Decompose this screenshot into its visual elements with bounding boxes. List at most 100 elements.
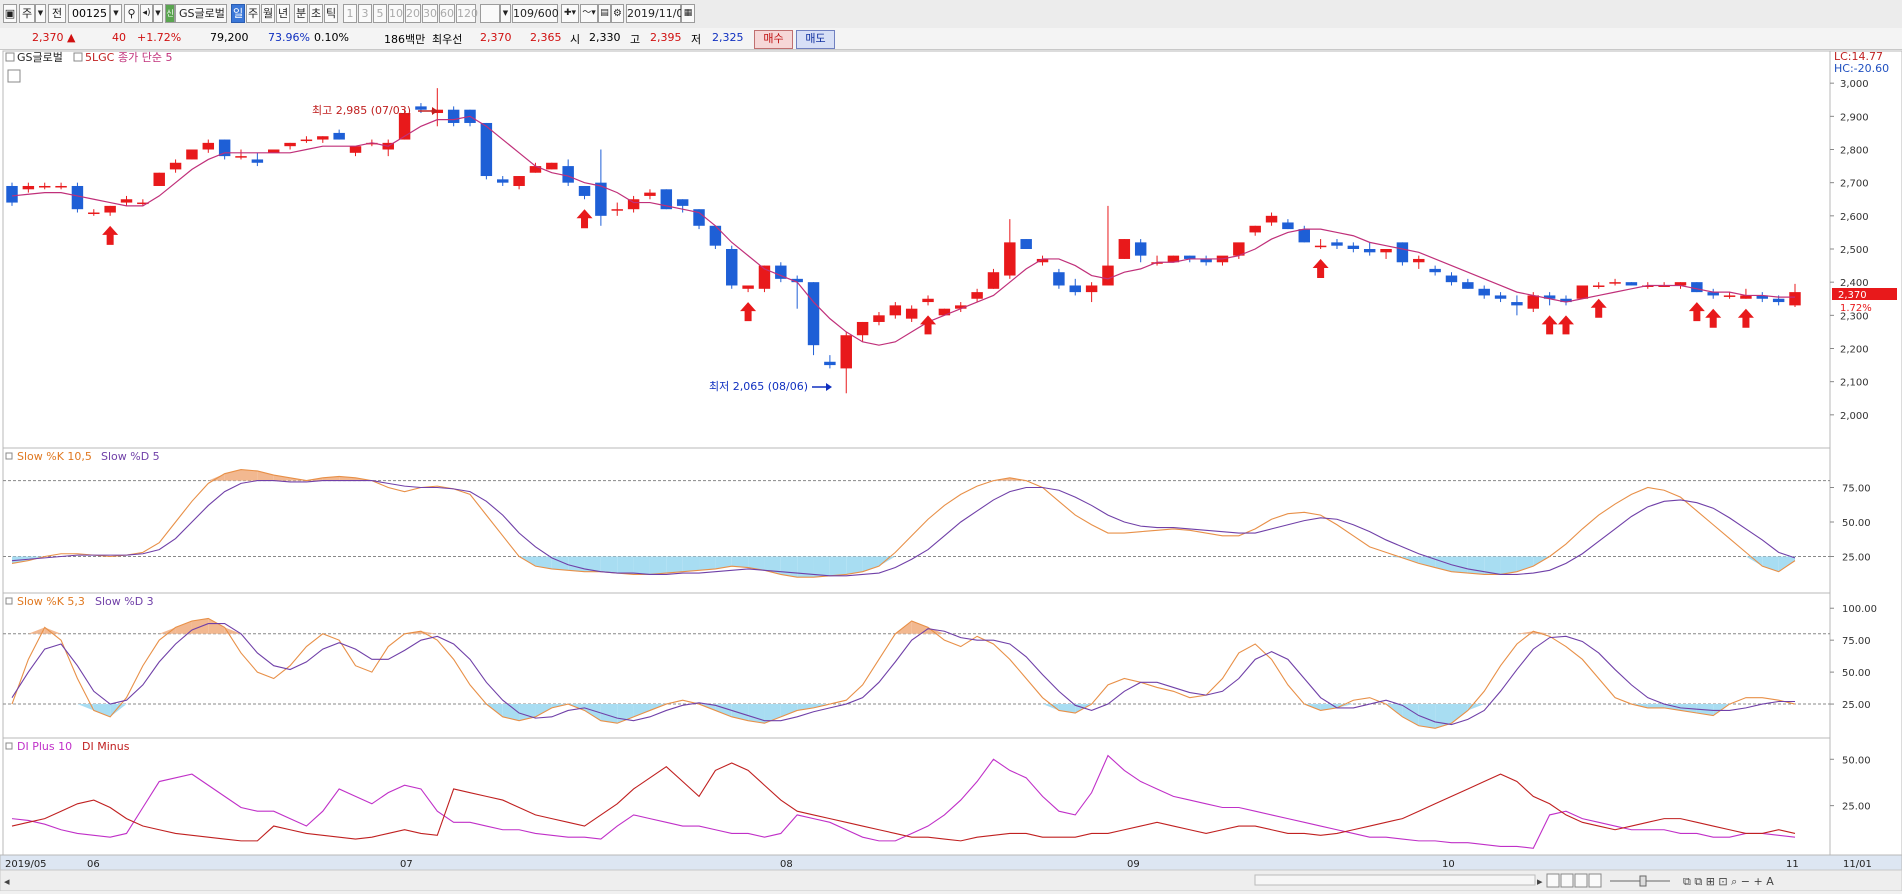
- candle-body: [1363, 249, 1376, 253]
- tab-day[interactable]: 일: [231, 4, 245, 23]
- high-label: 고: [630, 33, 641, 46]
- interval-dropdown-icon[interactable]: ▼: [500, 4, 511, 23]
- candle-body: [1772, 298, 1785, 303]
- stoch1-tick-label: 75.00: [1842, 484, 1871, 495]
- tab-tick[interactable]: 틱: [324, 4, 338, 23]
- legend-box-icon: [5, 52, 15, 62]
- stoch2-legend: Slow %K 5,3 Slow %D 3: [5, 595, 154, 608]
- mode-button[interactable]: 주: [19, 4, 35, 23]
- mode-dropdown-icon[interactable]: ▼: [35, 4, 46, 23]
- candle-body: [1723, 295, 1736, 297]
- candle-body: [1478, 288, 1490, 296]
- candle-body: [1592, 285, 1605, 287]
- chart-area[interactable]: GS글로벌 5LGC 종가 단순 5 LC:14.77 HC:-20.60 3,…: [0, 50, 1902, 892]
- gear-icon[interactable]: ⚙: [611, 4, 624, 23]
- scroll-right-icon[interactable]: ▸: [1537, 875, 1543, 888]
- interval-input[interactable]: [480, 4, 500, 23]
- candle-body: [55, 185, 67, 188]
- scroll-thumb[interactable]: [1254, 874, 1536, 886]
- line-tool-icon[interactable]: 〜▾: [580, 4, 598, 23]
- save-icon[interactable]: ▤: [598, 4, 611, 23]
- legend-box-icon: [73, 52, 83, 62]
- date-field[interactable]: 2019/11/01: [626, 4, 690, 23]
- candle-body: [1494, 295, 1507, 299]
- candle-body: [88, 212, 100, 215]
- interval-3[interactable]: 3: [358, 4, 372, 23]
- layout-icon[interactable]: ▣: [3, 4, 17, 23]
- speaker-dropdown-icon[interactable]: ▼: [153, 4, 163, 23]
- ratio-2: 0.10%: [314, 31, 349, 44]
- candle-body: [873, 315, 885, 322]
- price-tick-label: 2,400: [1840, 278, 1869, 289]
- scroll-left-icon[interactable]: ◂: [4, 875, 10, 888]
- candle-body: [807, 282, 820, 346]
- interval-5[interactable]: 5: [373, 4, 387, 23]
- candle-body: [1429, 268, 1441, 273]
- candle-body: [317, 136, 329, 140]
- price-tick-label: 2,200: [1840, 345, 1869, 356]
- price-tick-label: 2,700: [1840, 179, 1869, 190]
- stoch2-k-label: Slow %K 5,3: [17, 595, 85, 608]
- candle-body: [856, 321, 869, 336]
- search-icon[interactable]: ⚲: [124, 4, 139, 23]
- stoch1-legend: Slow %K 10,5 Slow %D 5: [5, 450, 160, 463]
- speaker-icon[interactable]: ◂): [140, 4, 153, 23]
- buy-button[interactable]: 매수: [754, 30, 793, 49]
- tag-icon[interactable]: 신: [165, 4, 175, 23]
- candle-body: [742, 285, 754, 289]
- code-field[interactable]: [69, 5, 109, 22]
- low-label: 저: [691, 33, 702, 46]
- toolbar: ▣ 주 ▼ 전 ▼ ⚲ ◂) ▼ 신 GS글로벌 일 주 월 년 분 초 틱 1…: [0, 0, 1902, 29]
- interval-20[interactable]: 20: [405, 4, 421, 23]
- candle-body: [153, 172, 165, 186]
- candle-body: [709, 225, 722, 246]
- chart-canvas[interactable]: GS글로벌 5LGC 종가 단순 5 LC:14.77 HC:-20.60 3,…: [0, 50, 1902, 892]
- calendar-icon[interactable]: ▦: [681, 4, 695, 23]
- interval-1[interactable]: 1: [343, 4, 357, 23]
- candle-body: [497, 179, 509, 183]
- tab-second[interactable]: 초: [309, 4, 323, 23]
- candle-body: [1609, 282, 1621, 284]
- best-bid-label: 최우선: [432, 33, 463, 46]
- candle-body: [1134, 242, 1147, 256]
- stoch1-panel[interactable]: [2, 447, 1831, 594]
- stock-name-field[interactable]: GS글로벌: [175, 4, 227, 23]
- zoom-slider-thumb[interactable]: [1639, 875, 1647, 887]
- interval-60[interactable]: 60: [439, 4, 455, 23]
- tab-week[interactable]: 주: [246, 4, 260, 23]
- price-tick-label: 2,100: [1840, 378, 1869, 389]
- candle-body: [644, 192, 656, 196]
- interval-30[interactable]: 30: [422, 4, 438, 23]
- tab-minute[interactable]: 분: [294, 4, 308, 23]
- price-panel[interactable]: [2, 50, 1831, 449]
- candle-body: [1265, 215, 1278, 223]
- tab-year[interactable]: 년: [276, 4, 290, 23]
- code-input[interactable]: [68, 4, 110, 23]
- forward-icon[interactable]: [1588, 873, 1602, 888]
- interval-10[interactable]: 10: [388, 4, 404, 23]
- candle-body: [1789, 292, 1801, 306]
- candle-body: [1282, 222, 1294, 230]
- play-back-icon[interactable]: [1546, 873, 1560, 888]
- code-dropdown-icon[interactable]: ▼: [110, 4, 122, 23]
- candle-body: [104, 205, 116, 213]
- table-icon[interactable]: [7, 69, 21, 83]
- y-axis-area: [1829, 50, 1902, 856]
- price-tick-label: 2,800: [1840, 146, 1869, 157]
- sell-button[interactable]: 매도: [796, 30, 835, 49]
- last-pct-text: 1.72%: [1840, 303, 1872, 314]
- tab-month[interactable]: 월: [261, 4, 275, 23]
- stop-icon[interactable]: [1574, 873, 1588, 888]
- add-indicator-icon[interactable]: ✚▾: [561, 4, 579, 23]
- rewind-icon[interactable]: [1560, 873, 1574, 888]
- count-field[interactable]: 109/600: [512, 4, 559, 23]
- high-note: 최고 2,985 (07/03): [312, 104, 411, 117]
- interval-120[interactable]: 120: [456, 4, 478, 23]
- candle-body: [284, 142, 296, 147]
- period-type-button[interactable]: 전: [48, 4, 66, 23]
- price-tick-label: 2,000: [1840, 411, 1869, 422]
- low-note: 최저 2,065 (08/06): [709, 380, 808, 393]
- stoch2-panel[interactable]: [2, 592, 1831, 739]
- window-icon[interactable]: ⧉ ⧉ ⊞ ⊡ ⌕ − + A: [1683, 875, 1774, 888]
- candle-body: [1625, 282, 1638, 286]
